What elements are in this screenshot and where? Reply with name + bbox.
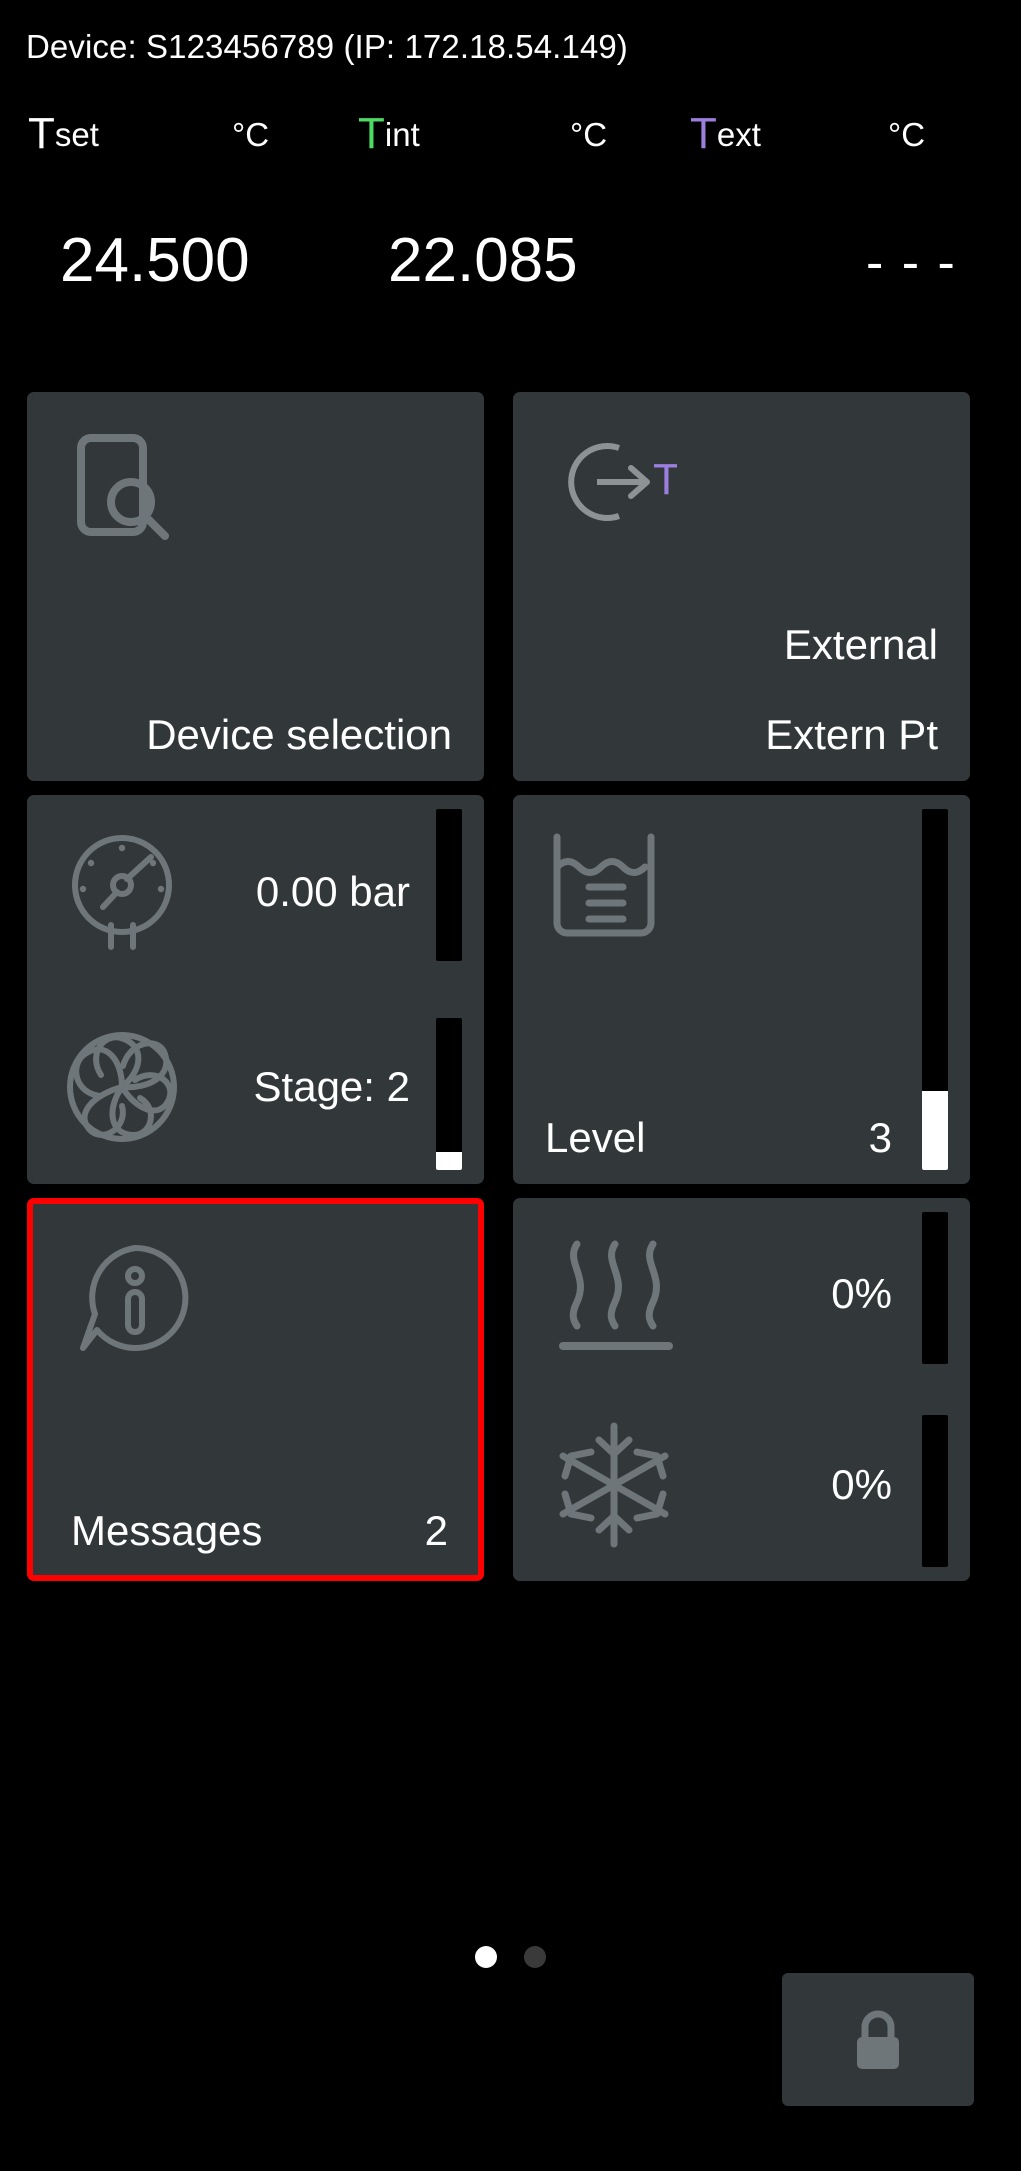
tile-row-1: Device selection T External Extern Pt <box>27 392 995 781</box>
t-int-unit: °C <box>570 116 608 153</box>
heating-slot[interactable]: 0% <box>513 1198 970 1390</box>
stage-slot[interactable]: Stage: 2 <box>27 990 484 1185</box>
t-int-header: Tint <box>358 112 420 156</box>
temperature-values-row: 24.500 22.085 - - - <box>0 225 1021 305</box>
pressure-slot[interactable]: 0.00 bar <box>27 795 484 990</box>
level-value: 3 <box>868 1114 892 1161</box>
pagination-dots <box>0 1946 1021 1973</box>
messages-count: 2 <box>424 1507 448 1554</box>
level-bar-gauge <box>922 809 948 1170</box>
heating-icon <box>553 1228 679 1360</box>
tile-device-selection[interactable]: Device selection <box>27 392 484 781</box>
t-int-symbol: T <box>358 109 385 158</box>
tile-grid: Device selection T External Extern Pt 0.… <box>27 392 995 1595</box>
app-root: Device: S123456789 (IP: 172.18.54.149) T… <box>0 0 1021 2171</box>
tile-row-3: Messages 2 0% 0% <box>27 1198 995 1581</box>
level-label: Level <box>545 1114 646 1161</box>
tile-messages[interactable]: Messages 2 <box>27 1198 484 1581</box>
tile-external-source[interactable]: T External Extern Pt <box>513 392 970 781</box>
t-set-unit: °C <box>232 116 270 153</box>
temperature-header-row: Tset °C Tint °C Text °C <box>0 108 1021 170</box>
t-set-header: Tset <box>28 112 99 156</box>
t-ext-subscript: ext <box>716 116 761 153</box>
pagination-dot-1[interactable] <box>475 1946 498 1968</box>
stage-bar-gauge <box>436 1018 462 1170</box>
external-label-primary: External <box>783 621 938 668</box>
t-ext-value: - - - <box>866 234 957 292</box>
cooling-slot[interactable]: 0% <box>513 1390 970 1582</box>
pressure-value: 0.00 bar <box>255 868 410 916</box>
stage-bar-fill <box>436 1151 462 1170</box>
tile-row-2: 0.00 bar Stage: 2 Level 3 <box>27 795 995 1184</box>
external-label-secondary: Extern Pt <box>765 711 938 758</box>
tile-pressure-stage[interactable]: 0.00 bar Stage: 2 <box>27 795 484 1184</box>
t-set-value[interactable]: 24.500 <box>60 225 250 296</box>
tile-heat-cool[interactable]: 0% 0% <box>513 1198 970 1581</box>
stage-value: Stage: 2 <box>253 1062 410 1110</box>
fill-level-icon <box>545 831 663 943</box>
pump-impeller-icon <box>59 1024 185 1150</box>
device-info-line: Device: S123456789 (IP: 172.18.54.149) <box>26 28 628 65</box>
t-set-symbol: T <box>28 109 55 158</box>
pressure-bar-gauge <box>436 809 462 961</box>
cooling-bar-gauge <box>922 1415 948 1567</box>
tile-level[interactable]: Level 3 <box>513 795 970 1184</box>
t-int-value: 22.085 <box>388 226 578 295</box>
cooling-value: 0% <box>831 1461 892 1509</box>
external-source-icon: T <box>549 434 677 530</box>
pagination-dot-2[interactable] <box>523 1946 546 1968</box>
level-bar-fill <box>922 1090 948 1170</box>
pressure-gauge-icon <box>59 829 185 955</box>
svg-text:T: T <box>653 455 677 504</box>
t-int-subscript: int <box>384 116 420 153</box>
cooling-snowflake-icon <box>547 1418 681 1552</box>
messages-label: Messages <box>71 1507 263 1554</box>
t-ext-unit: °C <box>888 116 926 153</box>
t-set-subscript: set <box>54 116 99 153</box>
heating-bar-gauge <box>922 1212 948 1364</box>
device-search-icon <box>73 430 173 540</box>
t-ext-header: Text <box>690 112 761 156</box>
lock-button[interactable] <box>782 1973 974 2106</box>
heating-value: 0% <box>831 1269 892 1317</box>
t-ext-symbol: T <box>690 109 717 158</box>
lock-icon <box>850 2007 906 2073</box>
device-selection-label: Device selection <box>146 711 452 758</box>
message-info-icon <box>73 1238 197 1362</box>
